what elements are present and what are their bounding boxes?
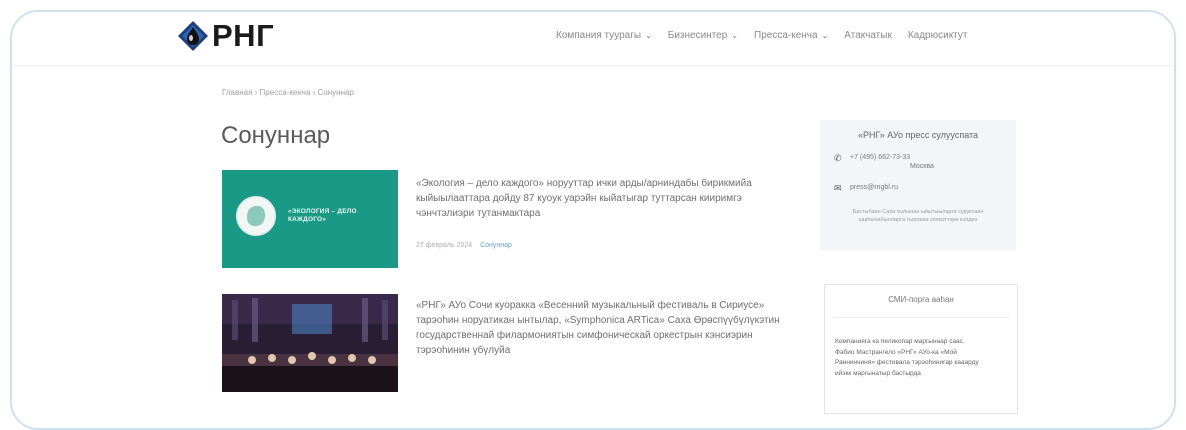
press-city: Москва	[910, 163, 934, 170]
breadcrumb[interactable]: Главная › Пресса-кенча › Сонуннар	[222, 88, 354, 97]
nav-item-contacts[interactable]: Атакчатык	[844, 30, 892, 41]
press-service-card: «РНГ» АУо пресс сулууспата ✆ +7 (495) 66…	[820, 120, 1016, 250]
nav-item-label: Пресса-кенча	[754, 30, 818, 41]
nav-item-label: Компания туурагы	[556, 30, 642, 41]
nav-item-company[interactable]: Компания туурагы ⌄	[556, 30, 652, 41]
concert-photo	[222, 294, 398, 392]
email-row[interactable]: ✉ press@rngbl.ru	[834, 184, 898, 193]
nav-item-careers[interactable]: Кадрюсиктут	[908, 30, 968, 41]
media-card: СМИ-порга ааhан Компанияга ка пеликопар …	[824, 284, 1018, 414]
logo-text: РНГ	[212, 18, 275, 53]
news-headline[interactable]: «РНГ» АУо Сочи куоракка «Весенний музыка…	[416, 298, 782, 358]
news-headline[interactable]: «Экология – дело каждого» норууттар ички…	[416, 176, 782, 221]
press-phone: +7 (495) 662-73-33	[850, 154, 911, 161]
chevron-down-icon: ⌄	[821, 31, 829, 40]
rng-drop-logo-icon	[178, 21, 208, 51]
site-logo[interactable]: РНГ	[176, 16, 274, 56]
site-header: РНГ Компания туурагы ⌄ Бизнесинтер ⌄ Пре…	[12, 12, 1174, 66]
globe-icon	[236, 196, 276, 236]
nav-item-business[interactable]: Бизнесинтер ⌄	[668, 30, 738, 41]
news-thumbnail[interactable]	[222, 294, 398, 392]
phone-icon: ✆	[834, 153, 842, 163]
nav-item-press[interactable]: Пресса-кенча ⌄	[754, 30, 828, 41]
chevron-down-icon: ⌄	[645, 31, 652, 40]
press-email: press@rngbl.ru	[850, 184, 898, 191]
press-note: Бастыбаан Саха тылынан ыйытыыларга сурук…	[852, 209, 984, 223]
page-title: Сонуннар	[221, 122, 331, 149]
news-meta: 27 февраль 2024 Сонуннар	[416, 242, 512, 249]
nav-item-label: Атакчатык	[844, 30, 892, 41]
news-thumbnail[interactable]: «ЭКОЛОГИЯ – ДЕЛО КАЖДОГО»	[222, 170, 398, 268]
thumbnail-caption: «ЭКОЛОГИЯ – ДЕЛО КАЖДОГО»	[288, 208, 357, 223]
news-date: 27 февраль 2024	[416, 242, 473, 249]
press-card-title: «РНГ» АУо пресс сулууспата	[857, 130, 979, 140]
divider	[833, 317, 1009, 318]
nav-item-label: Кадрюсиктут	[907, 30, 968, 41]
media-card-title: СМИ-порга ааhан	[888, 295, 954, 304]
browser-frame: РНГ Компания туурагы ⌄ Бизнесинтер ⌄ Пре…	[10, 10, 1176, 430]
chevron-down-icon: ⌄	[731, 31, 739, 40]
media-card-text[interactable]: Компанияга ка пеликопар маргыннар саас. …	[835, 337, 985, 379]
main-nav: Компания туурагы ⌄ Бизнесинтер ⌄ Пресса-…	[556, 30, 983, 41]
mail-icon: ✉	[834, 183, 842, 193]
news-tag[interactable]: Сонуннар	[480, 242, 512, 249]
phone-row[interactable]: ✆ +7 (495) 662-73-33 Москва	[834, 153, 934, 171]
nav-item-label: Бизнесинтер	[667, 30, 728, 41]
